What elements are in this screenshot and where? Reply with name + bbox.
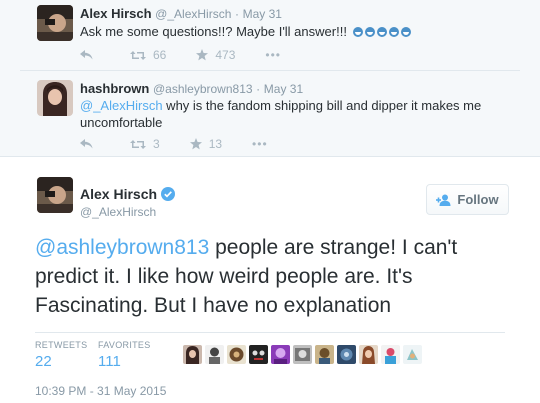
author-name[interactable]: Alex Hirsch — [80, 6, 152, 21]
favoriter-avatars — [183, 345, 425, 364]
favorites-stat[interactable]: FAVORITES 111 — [98, 340, 151, 370]
avatar[interactable] — [37, 177, 73, 213]
smile-emoji-icon — [388, 27, 399, 37]
follow-button[interactable]: Follow — [426, 184, 509, 215]
avatar[interactable] — [37, 80, 73, 116]
reply-button[interactable] — [80, 139, 100, 149]
author-name[interactable]: Alex Hirsch — [80, 186, 157, 202]
tweet-text: @_AlexHirsch why is the fandom shipping … — [80, 97, 500, 131]
retweets-count[interactable]: 22 — [35, 353, 87, 370]
tweet-timestamp[interactable]: 10:39 PM - 31 May 2015 — [35, 384, 166, 398]
author-handle[interactable]: @_AlexHirsch — [155, 7, 231, 21]
star-icon — [196, 49, 209, 61]
retweet-count: 3 — [153, 137, 160, 151]
smile-emoji-icon — [376, 27, 387, 37]
more-icon[interactable]: ••• — [265, 48, 281, 62]
avatar[interactable] — [205, 345, 224, 364]
favorites-label: FAVORITES — [98, 340, 151, 350]
author-handle[interactable]: @_AlexHirsch — [80, 205, 156, 219]
emoji-group — [351, 24, 411, 39]
conversation-thread: Alex Hirsch @_AlexHirsch · May 31 Ask me… — [0, 0, 540, 157]
avatar[interactable] — [359, 345, 378, 364]
retweets-label: RETWEETS — [35, 340, 88, 350]
avatar[interactable] — [337, 345, 356, 364]
reply-button[interactable] — [80, 50, 100, 60]
avatar[interactable] — [293, 345, 312, 364]
tweet-hashbrown-question[interactable]: hashbrown @ashleybrown813 · May 31 @_Ale… — [0, 70, 540, 157]
avatar[interactable] — [381, 345, 400, 364]
favorites-count[interactable]: 111 — [98, 353, 151, 370]
divider — [35, 332, 505, 333]
smile-emoji-icon — [364, 27, 375, 37]
tweet-actions: 3 13 ••• — [80, 137, 268, 151]
avatar[interactable] — [403, 345, 422, 364]
avatar[interactable] — [315, 345, 334, 364]
tweet-actions: 66 473 ••• — [80, 48, 281, 62]
retweet-button[interactable]: 3 — [130, 137, 160, 151]
mention-link[interactable]: @_AlexHirsch — [80, 98, 163, 113]
retweet-icon — [130, 139, 146, 149]
smile-emoji-icon — [352, 27, 363, 37]
mention-link[interactable]: @ashleybrown813 — [35, 236, 209, 259]
avatar[interactable] — [37, 5, 73, 41]
favorite-count: 13 — [208, 137, 223, 151]
retweet-count: 66 — [153, 48, 167, 62]
tweet-text: @ashleybrown813 people are strange! I ca… — [35, 233, 505, 320]
tweet-text: Ask me some questions!!? Maybe I'll answ… — [80, 23, 500, 40]
follow-label: Follow — [457, 192, 499, 207]
time-separator: · — [235, 7, 239, 21]
verified-badge-icon — [161, 187, 176, 201]
more-icon[interactable]: ••• — [252, 137, 268, 151]
favorite-count: 473 — [215, 48, 236, 62]
reply-icon — [80, 50, 93, 60]
tweet-time[interactable]: May 31 — [243, 7, 282, 21]
avatar[interactable] — [249, 345, 268, 364]
tweet-time[interactable]: May 31 — [264, 82, 303, 96]
avatar[interactable] — [271, 345, 290, 364]
reply-icon — [80, 139, 93, 149]
favorite-button[interactable]: 473 — [196, 48, 235, 62]
avatar[interactable] — [183, 345, 202, 364]
retweet-button[interactable]: 66 — [130, 48, 166, 62]
tweet-alex-question[interactable]: Alex Hirsch @_AlexHirsch · May 31 Ask me… — [0, 0, 540, 80]
avatar[interactable] — [227, 345, 246, 364]
star-icon — [189, 138, 202, 150]
time-separator: · — [256, 82, 261, 96]
author-handle[interactable]: @ashleybrown813 — [153, 82, 253, 96]
retweet-icon — [130, 50, 146, 60]
tweet-text-body: Ask me some questions!!? Maybe I'll answ… — [80, 24, 347, 39]
smile-emoji-icon — [400, 27, 411, 37]
favorite-button[interactable]: 13 — [189, 137, 223, 151]
author-name-row[interactable]: Alex Hirsch — [80, 186, 176, 202]
author-name[interactable]: hashbrown — [80, 81, 149, 96]
add-user-icon — [436, 194, 451, 206]
retweets-stat[interactable]: RETWEETS 22 — [35, 340, 87, 370]
